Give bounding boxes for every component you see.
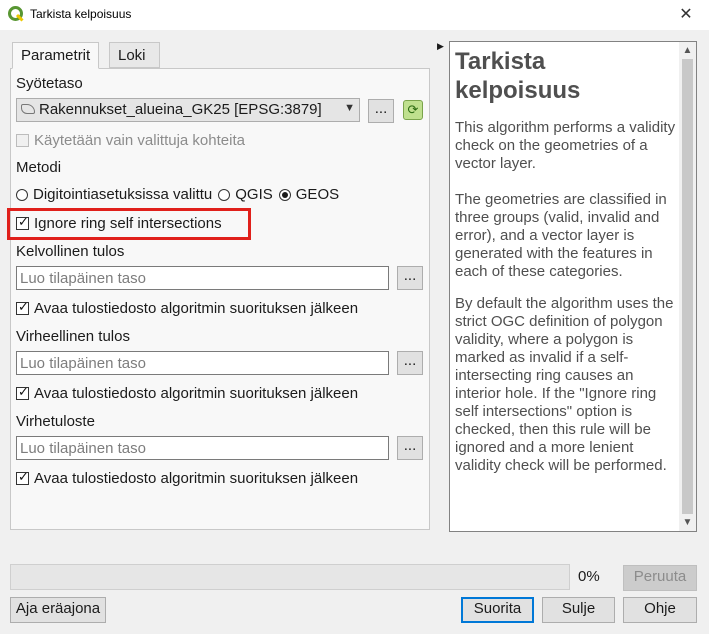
error-output-input[interactable] (17, 437, 388, 459)
qgis-logo-icon (8, 6, 24, 22)
close-icon[interactable]: ✕ (663, 0, 709, 30)
help-panel: Tarkista kelpoisuus This algorithm perfo… (449, 41, 697, 532)
help-button[interactable]: Ohje (623, 597, 697, 623)
run-button[interactable]: Suorita (461, 597, 534, 623)
close-button[interactable]: Sulje (542, 597, 615, 623)
tab-parameters[interactable]: Parametrit (12, 42, 100, 69)
selected-only-label: Käytetään vain valittuja kohteita (34, 132, 245, 149)
method-radio-geos[interactable]: GEOS (278, 186, 340, 203)
method-option-label: Digitointiasetuksissa valittu (33, 186, 213, 203)
scroll-thumb[interactable] (682, 59, 693, 514)
input-layer-combo[interactable]: Rakennukset_alueina_GK25 [EPSG:3879] ▼ (16, 98, 360, 122)
checkbox-box (16, 134, 29, 147)
collapse-help-icon[interactable]: ▶ (437, 41, 444, 52)
progress-percent: 0% (578, 568, 600, 585)
error-open-after-checkbox[interactable]: Avaa tulostiedosto algoritmin suoritukse… (16, 469, 359, 487)
progress-bar (10, 564, 570, 590)
help-paragraph: This algorithm performs a validity check… (455, 119, 676, 172)
invalid-output-input[interactable] (17, 352, 388, 374)
checkbox-box (16, 469, 29, 485)
help-paragraph: By default the algorithm uses the strict… (455, 295, 674, 474)
valid-output-input[interactable] (17, 267, 388, 289)
valid-output-browse-button[interactable]: ... (397, 266, 423, 290)
method-radio-group: Digitointiasetuksissa valittu QGIS GEOS (16, 186, 345, 203)
method-radio-qgis[interactable]: QGIS (218, 186, 273, 203)
error-output-browse-button[interactable]: ... (397, 436, 423, 460)
valid-output-label: Kelvollinen tulos (16, 243, 125, 260)
valid-output-field[interactable] (16, 266, 389, 290)
input-layer-value: Rakennukset_alueina_GK25 [EPSG:3879] (39, 101, 322, 118)
method-radio-digitizing[interactable]: Digitointiasetuksissa valittu (16, 186, 212, 203)
tab-log[interactable]: Loki (109, 42, 160, 68)
radio-dot-selected (278, 188, 291, 201)
polygon-layer-icon (21, 104, 35, 114)
batch-process-button[interactable]: Aja eräajona (10, 597, 106, 623)
title-bar: Tarkista kelpoisuus ✕ (0, 0, 709, 30)
invalid-output-label: Virheellinen tulos (16, 328, 130, 345)
checkbox-box (16, 299, 29, 315)
open-after-label: Avaa tulostiedosto algoritmin suoritukse… (34, 300, 359, 317)
radio-dot (16, 188, 28, 201)
invalid-open-after-checkbox[interactable]: Avaa tulostiedosto algoritmin suoritukse… (16, 384, 359, 402)
input-layer-browse-button[interactable]: ... (368, 99, 394, 123)
cancel-button[interactable]: Peruuta (623, 565, 697, 591)
invalid-output-browse-button[interactable]: ... (397, 351, 423, 375)
open-after-label: Avaa tulostiedosto algoritmin suoritukse… (34, 385, 359, 402)
iterate-refresh-icon[interactable]: ⟳ (403, 100, 423, 120)
help-paragraph: The geometries are classified in three g… (455, 191, 667, 280)
scroll-up-icon[interactable]: ▲ (679, 42, 696, 59)
chevron-down-icon: ▼ (344, 102, 355, 114)
highlight-box (7, 208, 251, 240)
error-output-label: Virhetuloste (16, 413, 95, 430)
method-option-label: QGIS (235, 186, 273, 203)
open-after-label: Avaa tulostiedosto algoritmin suoritukse… (34, 470, 359, 487)
valid-open-after-checkbox[interactable]: Avaa tulostiedosto algoritmin suoritukse… (16, 299, 359, 317)
help-scrollbar[interactable]: ▲ ▼ (679, 42, 696, 531)
method-option-label: GEOS (295, 186, 340, 203)
selected-only-checkbox[interactable]: Käytetään vain valittuja kohteita (16, 132, 245, 149)
window-title: Tarkista kelpoisuus (30, 7, 132, 21)
input-layer-label: Syötetaso (16, 75, 83, 92)
method-label: Metodi (16, 159, 62, 176)
invalid-output-field[interactable] (16, 351, 389, 375)
radio-dot (218, 188, 231, 201)
help-title: Tarkista kelpoisuus (455, 48, 581, 104)
error-output-field[interactable] (16, 436, 389, 460)
scroll-down-icon[interactable]: ▼ (679, 514, 696, 531)
checkbox-box (16, 384, 29, 400)
